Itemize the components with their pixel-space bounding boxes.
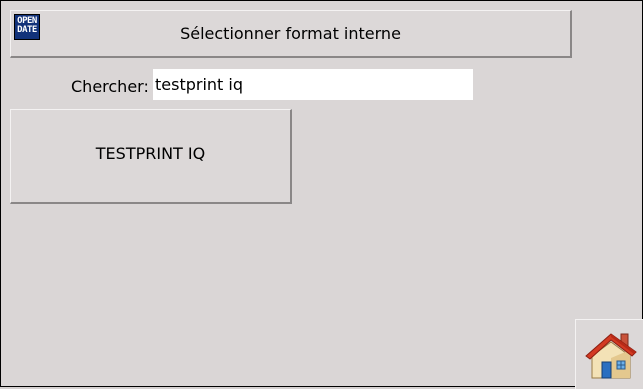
page-title: Sélectionner format interne bbox=[180, 24, 401, 43]
title-bar: OPEN DATE Sélectionner format interne bbox=[10, 10, 572, 58]
app-frame: OPEN DATE Sélectionner format interne Ch… bbox=[0, 0, 643, 389]
home-icon bbox=[585, 333, 637, 379]
result-button-testprint-iq[interactable]: TESTPRINT IQ bbox=[10, 109, 292, 204]
search-input[interactable] bbox=[153, 69, 473, 100]
home-button[interactable] bbox=[575, 319, 643, 389]
result-button-label: TESTPRINT IQ bbox=[95, 143, 206, 163]
search-label: Chercher: bbox=[71, 77, 149, 96]
